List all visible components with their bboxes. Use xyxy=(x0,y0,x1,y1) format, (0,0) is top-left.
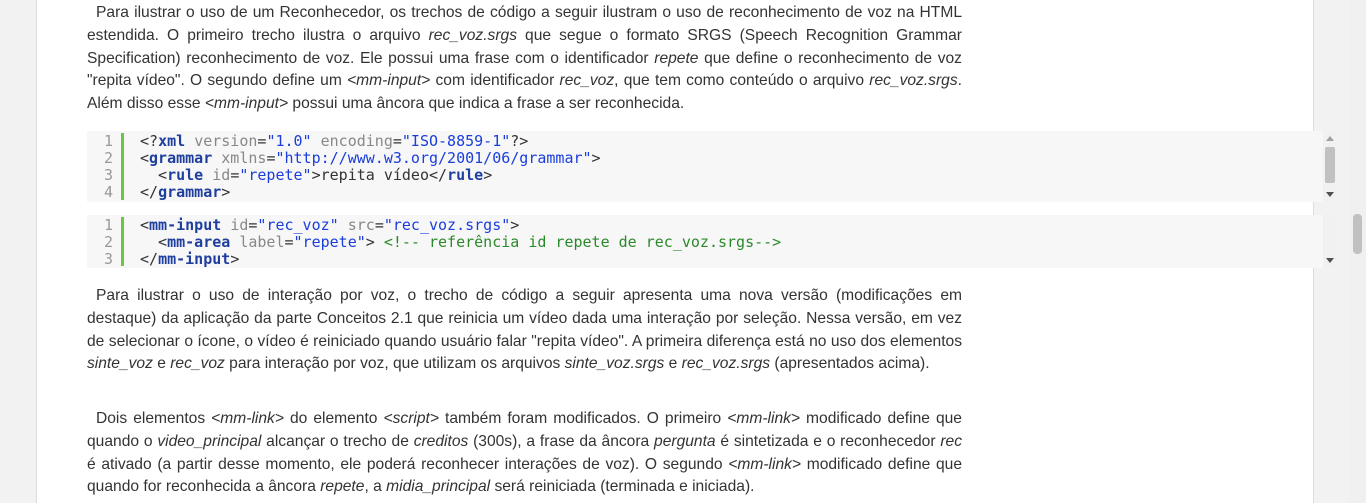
italic-term: pergunta xyxy=(654,432,716,450)
code-line: 2 <mm-area label="repete"> <!-- referênc… xyxy=(87,234,781,251)
code-token: <? xyxy=(140,132,159,150)
italic-term: <mm-link> xyxy=(211,410,284,427)
code-token: > xyxy=(510,216,520,234)
code-token: xmlns xyxy=(221,149,267,167)
code-token: "http://www.w3.org/2001/06/grammar" xyxy=(275,149,592,167)
code-lines: 1 <mm-input id="rec_voz" src="rec_voz.srg… xyxy=(87,217,781,268)
italic-term: rec_voz.srgs xyxy=(428,26,517,44)
page-scroll-thumb[interactable] xyxy=(1353,214,1362,254)
code-token: > xyxy=(591,149,601,167)
code-token: = xyxy=(284,233,294,251)
code-token: rule xyxy=(167,166,204,184)
code-block-mm-input: 1 <mm-input id="rec_voz" src="rec_voz.srg… xyxy=(87,215,1337,268)
italic-term: <mm-link> xyxy=(728,455,802,473)
code-token: < xyxy=(140,216,150,234)
italic-term: creditos xyxy=(413,432,469,450)
code-token: > xyxy=(221,183,231,201)
code-token: mm-area xyxy=(167,233,231,251)
code-token: "repete" xyxy=(239,166,312,184)
code-token: </ xyxy=(140,183,159,201)
code-token: > xyxy=(365,233,384,251)
italic-term: rec_voz.srgs xyxy=(869,72,958,90)
italic-term: rec_voz xyxy=(170,355,225,373)
code-token: grammar xyxy=(149,149,213,167)
code-token: xml xyxy=(158,132,186,150)
italic-term: midia_principal xyxy=(386,478,491,496)
italic-term: sinte_voz.srgs xyxy=(564,355,665,373)
code-token: mm-input xyxy=(158,250,231,268)
code-token: "rec_voz" xyxy=(257,216,339,234)
code-token: >repita vídeo</ xyxy=(311,166,448,184)
italic-term: repete xyxy=(320,478,365,496)
paragraph-interacao-voz: Para ilustrar o uso de interação por voz… xyxy=(87,287,962,373)
line-number: 1 xyxy=(103,132,113,150)
code-token: encoding xyxy=(320,132,393,150)
scroll-up-arrow-icon[interactable] xyxy=(1326,136,1334,141)
code-token: ?> xyxy=(510,132,529,150)
code-token: "1.0" xyxy=(266,132,312,150)
code-token: = xyxy=(230,166,240,184)
italic-term: <mm-input> xyxy=(347,72,431,90)
code-scrollbar[interactable] xyxy=(1323,215,1337,268)
code-token: = xyxy=(374,216,384,234)
paragraph-mm-link: Dois elementos <mm-link> do elemento <sc… xyxy=(87,410,963,496)
italic-term: video_principal xyxy=(157,432,262,450)
code-token: mm-input xyxy=(149,216,222,234)
code-token: <!-- referência id repete de rec_voz.srg… xyxy=(383,233,782,251)
italic-term: rec_voz.srgs xyxy=(681,355,771,373)
code-scrollbar[interactable] xyxy=(1323,131,1337,202)
line-number: 3 xyxy=(103,166,113,184)
page-scrollbar[interactable] xyxy=(1349,0,1366,503)
document-page: Para ilustrar o uso de um Reconhecedor, … xyxy=(36,0,1337,503)
code-token: id xyxy=(230,216,249,234)
code-token: "ISO-8859-1" xyxy=(401,132,511,150)
code-line: 3 <rule id="repete">repita vídeo</rule> xyxy=(87,167,601,184)
code-token: "rec_voz.srgs" xyxy=(383,216,511,234)
code-token: id xyxy=(212,166,231,184)
italic-term: <mm-input> xyxy=(204,95,289,113)
code-line: 2 <grammar xmlns="http://www.w3.org/2001/… xyxy=(87,150,601,167)
scroll-down-arrow-icon[interactable] xyxy=(1326,258,1334,263)
italic-term: <script> xyxy=(383,410,439,427)
line-number: 2 xyxy=(103,149,113,167)
code-line: 1 <mm-input id="rec_voz" src="rec_voz.srg… xyxy=(87,217,781,234)
code-token: < xyxy=(140,149,150,167)
italic-term: sinte_voz xyxy=(87,355,153,373)
code-token: label xyxy=(239,233,285,251)
code-token: < xyxy=(140,233,168,251)
code-token: version xyxy=(194,132,258,150)
paragraph-reconhecedor-intro: Para ilustrar o uso de um Reconhecedor, … xyxy=(87,4,962,113)
code-token: = xyxy=(392,132,402,150)
code-line: 1 <?xml version="1.0" encoding="ISO-8859-… xyxy=(87,133,601,150)
line-number: 4 xyxy=(103,183,113,201)
line-number: 2 xyxy=(103,233,113,251)
code-token: > xyxy=(230,250,240,268)
code-lines: 1 <?xml version="1.0" encoding="ISO-8859-… xyxy=(87,133,601,201)
line-number: 3 xyxy=(103,250,113,268)
italic-term: rec xyxy=(940,432,963,450)
code-line: 4 </grammar> xyxy=(87,184,601,201)
code-token: </ xyxy=(140,250,159,268)
code-block-grammar: 1 <?xml version="1.0" encoding="ISO-8859-… xyxy=(87,131,1337,202)
scroll-down-arrow-icon[interactable] xyxy=(1326,192,1334,197)
italic-term: <mm-link> xyxy=(727,410,801,427)
code-token: src xyxy=(347,216,375,234)
italic-term: rec_voz xyxy=(559,72,615,90)
code-token: grammar xyxy=(158,183,222,201)
italic-term: repete xyxy=(654,49,699,67)
code-token: < xyxy=(140,166,168,184)
code-token: rule xyxy=(447,166,484,184)
scroll-thumb[interactable] xyxy=(1325,147,1335,183)
line-number: 1 xyxy=(103,216,113,234)
code-token: "repete" xyxy=(293,233,366,251)
code-line: 3 </mm-input> xyxy=(87,251,781,268)
code-token: > xyxy=(483,166,493,184)
